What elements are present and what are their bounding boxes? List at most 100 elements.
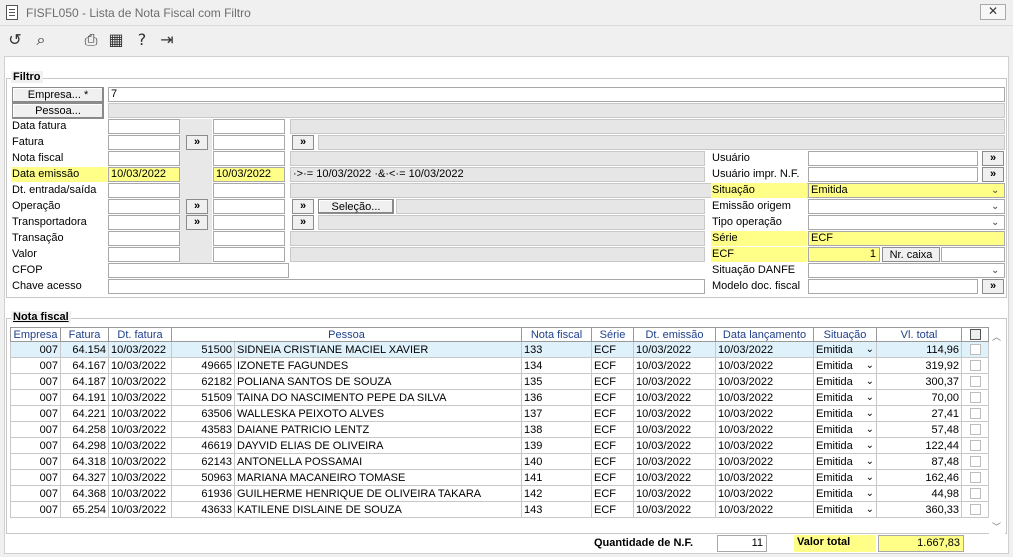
table-row[interactable]: 007 64.318 10/03/2022 62143 ANTONELLA POSSAM… (10, 453, 990, 470)
table-row[interactable]: 007 64.221 10/03/2022 63506 WALLESKA PEIXOTO… (10, 405, 990, 422)
situacao-select[interactable]: Emitida (808, 183, 1005, 198)
cell-situacao[interactable]: Emitida ⌄ (813, 469, 878, 486)
valor-from[interactable] (108, 247, 180, 262)
col-dt-fatura[interactable]: Dt. fatura (108, 327, 172, 342)
modelo-doc-input[interactable] (808, 279, 978, 294)
col-empresa[interactable]: Empresa (10, 327, 61, 342)
data-emissao-from[interactable]: 10/03/2022 (108, 167, 180, 182)
chevron-down-icon[interactable]: ⌄ (866, 344, 874, 356)
cell-situacao[interactable]: Emitida ⌄ (813, 437, 878, 454)
table-row[interactable]: 007 64.154 10/03/2022 51500 SIDNEIA CRISTIAN… (10, 341, 990, 358)
row-checkbox[interactable] (969, 344, 981, 356)
chevron-down-icon[interactable]: ⌄ (991, 201, 999, 212)
transportadora-select-button[interactable]: » (292, 215, 314, 230)
empresa-input[interactable]: 7 (108, 87, 1005, 102)
usuario-lookup-button[interactable]: » (982, 151, 1004, 166)
data-fatura-to[interactable] (213, 119, 285, 134)
refresh-icon[interactable]: ↺ (4, 27, 26, 53)
pessoa-button[interactable]: Pessoa... (12, 103, 104, 119)
table-row[interactable]: 007 64.187 10/03/2022 62182 POLIANA SANTOS D… (10, 373, 990, 390)
chevron-down-icon[interactable]: ⌄ (866, 472, 874, 484)
data-emissao-to[interactable]: 10/03/2022 (213, 167, 285, 182)
chevron-down-icon[interactable]: ⌄ (991, 185, 999, 196)
row-checkbox[interactable] (969, 504, 981, 516)
cell-situacao[interactable]: Emitida ⌄ (813, 501, 878, 518)
table-row[interactable]: 007 64.167 10/03/2022 49665 IZONETE FAGUNDES… (10, 357, 990, 374)
row-checkbox[interactable] (969, 440, 981, 452)
calendar-icon[interactable]: ▦ (105, 27, 127, 53)
help-icon[interactable]: ? (131, 27, 153, 53)
search-icon[interactable]: ⌕ (30, 27, 52, 53)
select-all-checkbox[interactable] (969, 329, 981, 341)
chevron-down-icon[interactable]: ⌄ (866, 440, 874, 452)
tipo-operacao-select[interactable] (808, 215, 1005, 230)
scroll-up-icon[interactable]: ︿ (992, 330, 1001, 343)
chevron-down-icon[interactable]: ⌄ (866, 392, 874, 404)
selecao-button[interactable]: Seleção... (318, 199, 394, 214)
row-checkbox[interactable] (969, 424, 981, 436)
dt-entrada-from[interactable] (108, 183, 180, 198)
usuario-impr-lookup-button[interactable]: » (982, 167, 1004, 182)
table-row[interactable]: 007 64.298 10/03/2022 46619 DAYVID ELIAS DE … (10, 437, 990, 454)
transportadora-from[interactable] (108, 215, 180, 230)
table-scrollbar[interactable]: ︿ ﹀ (989, 328, 1005, 534)
chave-acesso-input[interactable] (108, 279, 705, 294)
operacao-to[interactable] (213, 199, 285, 214)
row-checkbox[interactable] (969, 472, 981, 484)
row-checkbox[interactable] (969, 408, 981, 420)
chevron-down-icon[interactable]: ⌄ (866, 408, 874, 420)
chevron-down-icon[interactable]: ⌄ (866, 504, 874, 516)
cell-situacao[interactable]: Emitida ⌄ (813, 373, 878, 390)
operacao-lookup-button[interactable]: » (186, 199, 208, 214)
chevron-down-icon[interactable]: ⌄ (866, 360, 874, 372)
col-pessoa[interactable]: Pessoa (170, 327, 523, 342)
empresa-button[interactable]: Empresa... * (12, 87, 104, 103)
chevron-down-icon[interactable]: ⌄ (866, 376, 874, 388)
exit-icon[interactable]: ⇥ (156, 27, 178, 53)
cell-situacao[interactable]: Emitida ⌄ (813, 421, 878, 438)
row-checkbox[interactable] (969, 392, 981, 404)
table-row[interactable]: 007 64.258 10/03/2022 43583 DAIANE PATRICIO … (10, 421, 990, 438)
nota-fiscal-to[interactable] (213, 151, 285, 166)
transacao-from[interactable] (108, 231, 180, 246)
operacao-select-button[interactable]: » (292, 199, 314, 214)
row-checkbox[interactable] (969, 488, 981, 500)
emissao-origem-select[interactable] (808, 199, 1005, 214)
valor-to[interactable] (213, 247, 285, 262)
usuario-input[interactable] (808, 151, 978, 166)
print-icon[interactable]: ⎙ (80, 27, 102, 53)
cell-situacao[interactable]: Emitida ⌄ (813, 453, 878, 470)
chevron-down-icon[interactable]: ⌄ (866, 488, 874, 500)
modelo-doc-lookup-button[interactable]: » (982, 279, 1004, 294)
row-checkbox[interactable] (969, 360, 981, 372)
row-checkbox[interactable] (969, 456, 981, 468)
chevron-down-icon[interactable]: ⌄ (866, 424, 874, 436)
chevron-down-icon[interactable]: ⌄ (866, 456, 874, 468)
chevron-down-icon[interactable]: ⌄ (991, 217, 999, 228)
transportadora-to[interactable] (213, 215, 285, 230)
transacao-to[interactable] (213, 231, 285, 246)
fatura-to[interactable] (213, 135, 285, 150)
cell-situacao[interactable]: Emitida ⌄ (813, 357, 878, 374)
usuario-impr-input[interactable] (808, 167, 978, 182)
table-row[interactable]: 007 64.368 10/03/2022 61936 GUILHERME HENRIQ… (10, 485, 990, 502)
dt-entrada-to[interactable] (213, 183, 285, 198)
pessoa-input[interactable] (108, 103, 1005, 118)
operacao-from[interactable] (108, 199, 180, 214)
fatura-from[interactable] (108, 135, 180, 150)
close-button[interactable]: ✕ (980, 4, 1006, 20)
col-dt-emissao[interactable]: Dt. emissão (633, 327, 717, 342)
cfop-input[interactable] (108, 263, 289, 278)
col-serie[interactable]: Série (591, 327, 635, 342)
cell-situacao[interactable]: Emitida ⌄ (813, 405, 878, 422)
situacao-danfe-select[interactable] (808, 263, 1005, 278)
cell-situacao[interactable]: Emitida ⌄ (813, 485, 878, 502)
col-data-lancamento[interactable]: Data lançamento (715, 327, 815, 342)
table-row[interactable]: 007 64.191 10/03/2022 51509 TAINA DO NASCIME… (10, 389, 990, 406)
nr-caixa-input[interactable] (941, 247, 1005, 262)
fatura-select-button[interactable]: » (292, 135, 314, 150)
col-select-all[interactable] (961, 327, 990, 342)
chevron-down-icon[interactable]: ⌄ (991, 265, 999, 276)
row-checkbox[interactable] (969, 376, 981, 388)
nota-fiscal-from[interactable] (108, 151, 180, 166)
